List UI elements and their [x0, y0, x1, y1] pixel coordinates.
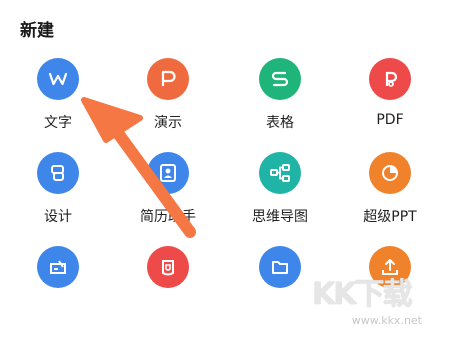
watermark-url: www.kkx.net	[351, 314, 422, 327]
watermark: KK下载 www.kkx.net	[302, 267, 422, 327]
watermark-logo: KK下载	[312, 277, 412, 312]
